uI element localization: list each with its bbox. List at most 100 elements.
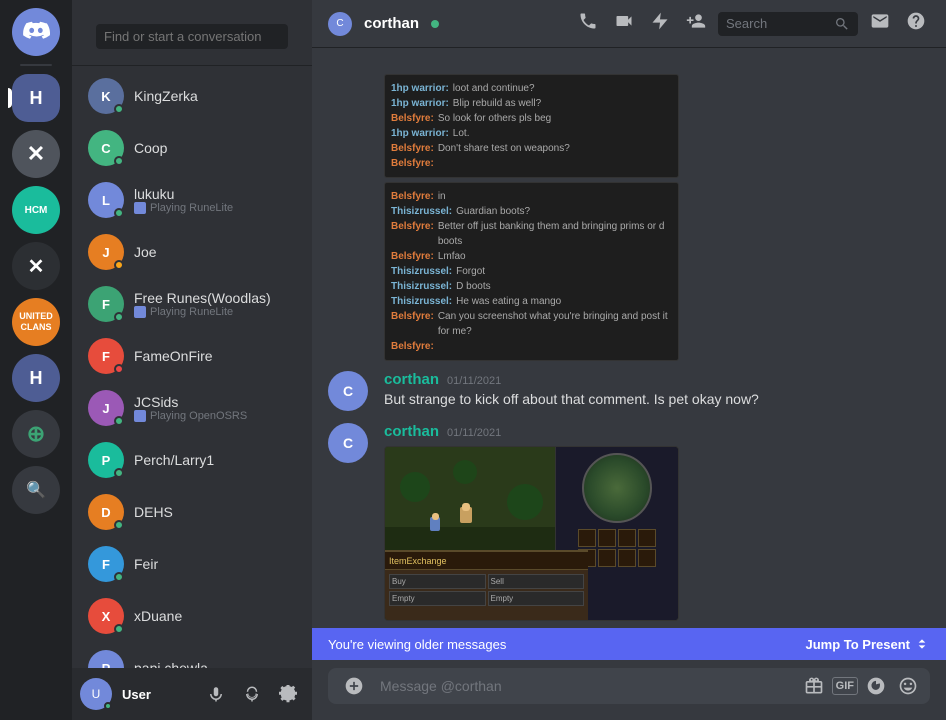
dm-name: DEHS <box>134 504 296 520</box>
dm-item-lukuku[interactable]: L lukuku Playing RuneLite <box>80 174 304 226</box>
dm-sub: Playing OpenOSRS <box>134 410 296 422</box>
msg-avatar: C <box>328 423 368 463</box>
gift-button[interactable] <box>800 672 828 700</box>
dm-sub: Playing RuneLite <box>134 202 296 214</box>
username-display: User <box>122 687 151 702</box>
chat-input-area: GIF <box>312 660 946 720</box>
msg-avatar: C <box>328 371 368 411</box>
chat-input-bar: GIF <box>328 668 930 704</box>
explore-servers-button[interactable]: ⊕ <box>12 410 60 458</box>
server-icon-united[interactable]: UNITEDCLANS <box>12 298 60 346</box>
server-sidebar: H ✕ HCM ✕ UNITEDCLANS H ⊕ 🔍 <box>0 0 72 720</box>
main-chat: C corthan <box>312 0 946 720</box>
msg-author[interactable]: corthan <box>384 423 439 440</box>
add-friend-button[interactable] <box>682 7 710 40</box>
user-controls: U User <box>72 668 312 720</box>
header-icons: Search <box>574 7 930 40</box>
add-attachment-button[interactable] <box>336 668 372 704</box>
status-dot <box>114 312 124 322</box>
inbox-button[interactable] <box>866 7 894 40</box>
message-input[interactable] <box>372 668 800 704</box>
dm-item-freerunes[interactable]: F Free Runes(Woodlas) Playing RuneLite <box>80 278 304 330</box>
game-icon <box>134 202 146 214</box>
dm-item-perch[interactable]: P Perch/Larry1 <box>80 434 304 486</box>
status-dot <box>114 520 124 530</box>
server-icon-hcmu[interactable]: HCM <box>12 186 60 234</box>
user-status-dot <box>104 702 112 710</box>
search-input-header[interactable]: Search <box>718 12 858 36</box>
deafen-button[interactable] <box>236 678 268 710</box>
dm-name: JCSids <box>134 394 296 410</box>
status-dot <box>114 208 124 218</box>
dm-name: KingZerka <box>134 88 296 104</box>
status-dot <box>114 416 124 426</box>
msg-text: But strange to kick off about that comme… <box>384 390 930 410</box>
status-dot <box>114 624 124 634</box>
dm-item-joe[interactable]: J Joe <box>80 226 304 278</box>
avatar: P <box>88 650 124 668</box>
dm-name: FameOnFire <box>134 348 296 364</box>
dm-item-xduane[interactable]: X xDuane <box>80 590 304 642</box>
status-dot <box>114 156 124 166</box>
server-icon-x[interactable]: ✕ <box>12 130 60 178</box>
dm-name: Coop <box>134 140 296 156</box>
sticker-button[interactable] <box>862 672 890 700</box>
server-icon-dark[interactable]: ✕ <box>12 242 60 290</box>
dm-name: Feir <box>134 556 296 572</box>
status-dot <box>114 468 124 478</box>
dm-item-jcsids[interactable]: J JCSids Playing OpenOSRS <box>80 382 304 434</box>
message-group-screenshot1: 1hp warrior: loot and continue? 1hp warr… <box>312 64 946 365</box>
dm-item-papi[interactable]: P papi chewla <box>80 642 304 668</box>
dm-name: Perch/Larry1 <box>134 452 296 468</box>
dm-item-fameonfire[interactable]: F FameOnFire <box>80 330 304 382</box>
game-icon <box>134 410 146 422</box>
chat-header-avatar: C <box>328 12 352 36</box>
rs-game-screenshot: ItemExchange Buy Sell Empty Empty <box>384 446 679 621</box>
dm-name: xDuane <box>134 608 296 624</box>
status-dot-idle <box>114 260 124 270</box>
dm-name: lukuku <box>134 186 296 202</box>
gif-button[interactable]: GIF <box>832 677 858 695</box>
game-icon <box>134 306 146 318</box>
dm-name: papi chewla <box>134 660 296 668</box>
message-group-corthan2: C corthan 01/11/2021 <box>312 419 946 625</box>
older-messages-bar: You're viewing older messages Jump To Pr… <box>312 628 946 660</box>
nitro-button[interactable] <box>646 7 674 40</box>
chat-header-status-dot <box>431 20 439 28</box>
jump-to-present-button[interactable]: Jump To Present <box>805 636 930 652</box>
video-button[interactable] <box>610 7 638 40</box>
msg-timestamp: 01/11/2021 <box>447 427 501 439</box>
channel-sidebar: K KingZerka C Coop L lukuku <box>72 0 312 720</box>
rs-minimap <box>582 453 652 523</box>
message-group-corthan1: C corthan 01/11/2021 But strange to kick… <box>312 367 946 415</box>
dm-item-coop[interactable]: C Coop <box>80 122 304 174</box>
dm-sub: Playing RuneLite <box>134 306 296 318</box>
dm-item-feir[interactable]: F Feir <box>80 538 304 590</box>
search-label: Search <box>726 16 828 31</box>
user-settings-button[interactable] <box>272 678 304 710</box>
dm-item-dehs[interactable]: D DEHS <box>80 486 304 538</box>
rs-bottom-panel: ItemExchange Buy Sell Empty Empty <box>385 550 588 620</box>
dm-name: Free Runes(Woodlas) <box>134 290 296 306</box>
chat-header-name: corthan <box>364 15 419 32</box>
discover-button[interactable]: 🔍 <box>12 466 60 514</box>
status-dot <box>114 104 124 114</box>
status-dot-dnd <box>114 364 124 374</box>
chat-header: C corthan <box>312 0 946 48</box>
emoji-button[interactable] <box>894 672 922 700</box>
msg-timestamp: 01/11/2021 <box>447 375 501 387</box>
discord-home-button[interactable] <box>12 8 60 56</box>
server-icon-heroic2[interactable]: H <box>12 354 60 402</box>
status-dot <box>114 572 124 582</box>
find-conversation-input[interactable] <box>96 24 288 49</box>
call-button[interactable] <box>574 7 602 40</box>
dm-item-kingzerka[interactable]: K KingZerka <box>80 70 304 122</box>
server-icon-heroic[interactable]: H <box>12 74 60 122</box>
chat-messages: 1hp warrior: loot and continue? 1hp warr… <box>312 48 946 628</box>
older-messages-text: You're viewing older messages <box>328 637 506 652</box>
msg-author[interactable]: corthan <box>384 371 439 388</box>
dm-list: K KingZerka C Coop L lukuku <box>72 66 312 668</box>
help-button[interactable] <box>902 7 930 40</box>
mute-button[interactable] <box>200 678 232 710</box>
channel-header <box>72 0 312 66</box>
